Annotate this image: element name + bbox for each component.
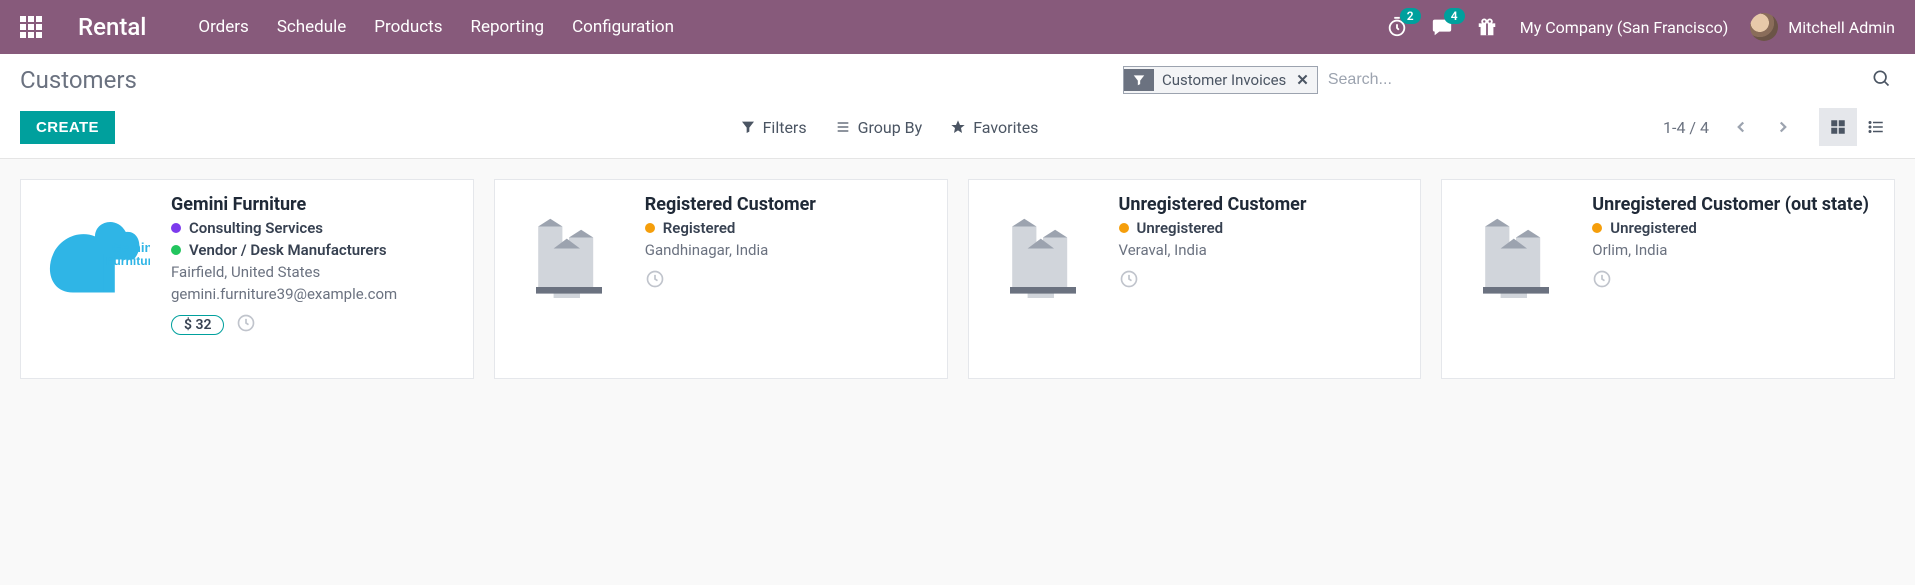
chevron-left-icon	[1732, 118, 1750, 136]
control-panel: Customers Customer Invoices ✕ CREATE Fil…	[0, 54, 1915, 159]
list-view-button[interactable]	[1857, 108, 1895, 146]
tag-dot-icon	[1592, 223, 1602, 233]
favorites-label: Favorites	[973, 118, 1038, 137]
page-title: Customers	[20, 66, 137, 94]
tag-dot-icon	[1119, 223, 1129, 233]
clock-icon	[1592, 269, 1612, 289]
chip-label: Customer Invoices	[1154, 67, 1294, 93]
groupby-label: Group By	[858, 118, 923, 137]
list-icon	[835, 119, 851, 135]
tag-dot-icon	[645, 223, 655, 233]
search-options: Filters Group By Favorites	[740, 118, 1039, 137]
cp-right: 1-4 / 4	[1663, 108, 1895, 146]
customer-location: Fairfield, United States	[171, 263, 457, 281]
clock-icon	[1119, 269, 1139, 289]
clock-icon	[645, 269, 665, 289]
star-icon	[950, 119, 966, 135]
customer-email: gemini.furniture39@example.com	[171, 285, 457, 303]
customer-card[interactable]: Unregistered Customer Unregistered Verav…	[968, 179, 1422, 379]
chevron-right-icon	[1774, 118, 1792, 136]
nav-products[interactable]: Products	[374, 17, 442, 37]
kanban-view-button[interactable]	[1819, 108, 1857, 146]
groupby-button[interactable]: Group By	[835, 118, 923, 137]
amount-pill: $ 32	[171, 315, 224, 335]
gift-button[interactable]	[1476, 16, 1498, 38]
app-brand[interactable]: Rental	[78, 13, 146, 41]
favorites-button[interactable]: Favorites	[950, 118, 1038, 137]
customer-logo	[983, 194, 1103, 314]
create-button[interactable]: CREATE	[20, 111, 115, 144]
customer-tag: Unregistered	[1592, 219, 1878, 237]
tag-label: Vendor / Desk Manufacturers	[189, 241, 387, 259]
company-selector[interactable]: My Company (San Francisco)	[1520, 18, 1729, 37]
kanban-view: Gemini Furniture Gemini Furniture Consul…	[0, 159, 1915, 399]
tag-label: Registered	[663, 219, 736, 237]
tag-label: Consulting Services	[189, 219, 323, 237]
pager-next[interactable]	[1767, 111, 1799, 143]
customer-tag: Vendor / Desk Manufacturers	[171, 241, 457, 259]
activity-button[interactable]	[1592, 269, 1612, 293]
customer-location: Orlim, India	[1592, 241, 1878, 259]
user-menu[interactable]: Mitchell Admin	[1750, 13, 1895, 41]
topbar-right: 2 4 My Company (San Francisco) Mitchell …	[1386, 13, 1895, 41]
activity-button[interactable]	[236, 313, 256, 337]
customer-tag: Unregistered	[1119, 219, 1405, 237]
timer-button[interactable]: 2	[1386, 16, 1408, 38]
customer-logo	[509, 194, 629, 314]
topbar: Rental Orders Schedule Products Reportin…	[0, 0, 1915, 54]
customer-logo	[1456, 194, 1576, 314]
search-icon	[1871, 68, 1891, 88]
tag-label: Unregistered	[1137, 219, 1224, 237]
funnel-icon	[740, 119, 756, 135]
timer-badge: 2	[1400, 8, 1421, 24]
nav-orders[interactable]: Orders	[198, 17, 248, 37]
main-nav: Orders Schedule Products Reporting Confi…	[198, 17, 674, 37]
search-area: Customer Invoices ✕	[1123, 64, 1895, 96]
pager-prev[interactable]	[1725, 111, 1757, 143]
avatar	[1750, 13, 1778, 41]
customer-name: Gemini Furniture	[171, 194, 457, 215]
pager[interactable]: 1-4 / 4	[1663, 118, 1709, 137]
list-icon	[1866, 118, 1886, 136]
tag-dot-icon	[171, 223, 181, 233]
nav-schedule[interactable]: Schedule	[277, 17, 346, 37]
messaging-badge: 4	[1444, 8, 1465, 24]
customer-tag: Registered	[645, 219, 931, 237]
search-input[interactable]	[1324, 65, 1867, 95]
tag-label: Unregistered	[1610, 219, 1697, 237]
kanban-icon	[1829, 118, 1847, 136]
customer-name: Unregistered Customer	[1119, 194, 1405, 215]
chip-remove[interactable]: ✕	[1294, 71, 1317, 89]
customer-location: Veraval, India	[1119, 241, 1405, 259]
apps-icon[interactable]	[20, 16, 42, 38]
nav-reporting[interactable]: Reporting	[471, 17, 545, 37]
customer-card[interactable]: Unregistered Customer (out state) Unregi…	[1441, 179, 1895, 379]
messaging-button[interactable]: 4	[1430, 16, 1454, 38]
nav-configuration[interactable]: Configuration	[572, 17, 674, 37]
search-button[interactable]	[1867, 64, 1895, 96]
funnel-icon	[1124, 69, 1154, 91]
gift-icon	[1476, 16, 1498, 38]
customer-name: Registered Customer	[645, 194, 931, 215]
customer-card[interactable]: Registered Customer Registered Gandhinag…	[494, 179, 948, 379]
activity-button[interactable]	[645, 269, 665, 293]
svg-text:Furniture: Furniture	[106, 254, 150, 268]
clock-icon	[236, 313, 256, 333]
customer-name: Unregistered Customer (out state)	[1592, 194, 1878, 215]
customer-card[interactable]: Gemini Furniture Gemini Furniture Consul…	[20, 179, 474, 379]
user-name: Mitchell Admin	[1788, 18, 1895, 37]
filters-label: Filters	[763, 118, 807, 137]
tag-dot-icon	[171, 245, 181, 255]
customer-tag: Consulting Services	[171, 219, 457, 237]
filters-button[interactable]: Filters	[740, 118, 807, 137]
search-filter-chip: Customer Invoices ✕	[1123, 66, 1318, 94]
activity-button[interactable]	[1119, 269, 1139, 293]
customer-logo: Gemini Furniture	[35, 194, 155, 314]
customer-location: Gandhinagar, India	[645, 241, 931, 259]
svg-text:Gemini: Gemini	[112, 240, 151, 255]
view-switch	[1819, 108, 1895, 146]
